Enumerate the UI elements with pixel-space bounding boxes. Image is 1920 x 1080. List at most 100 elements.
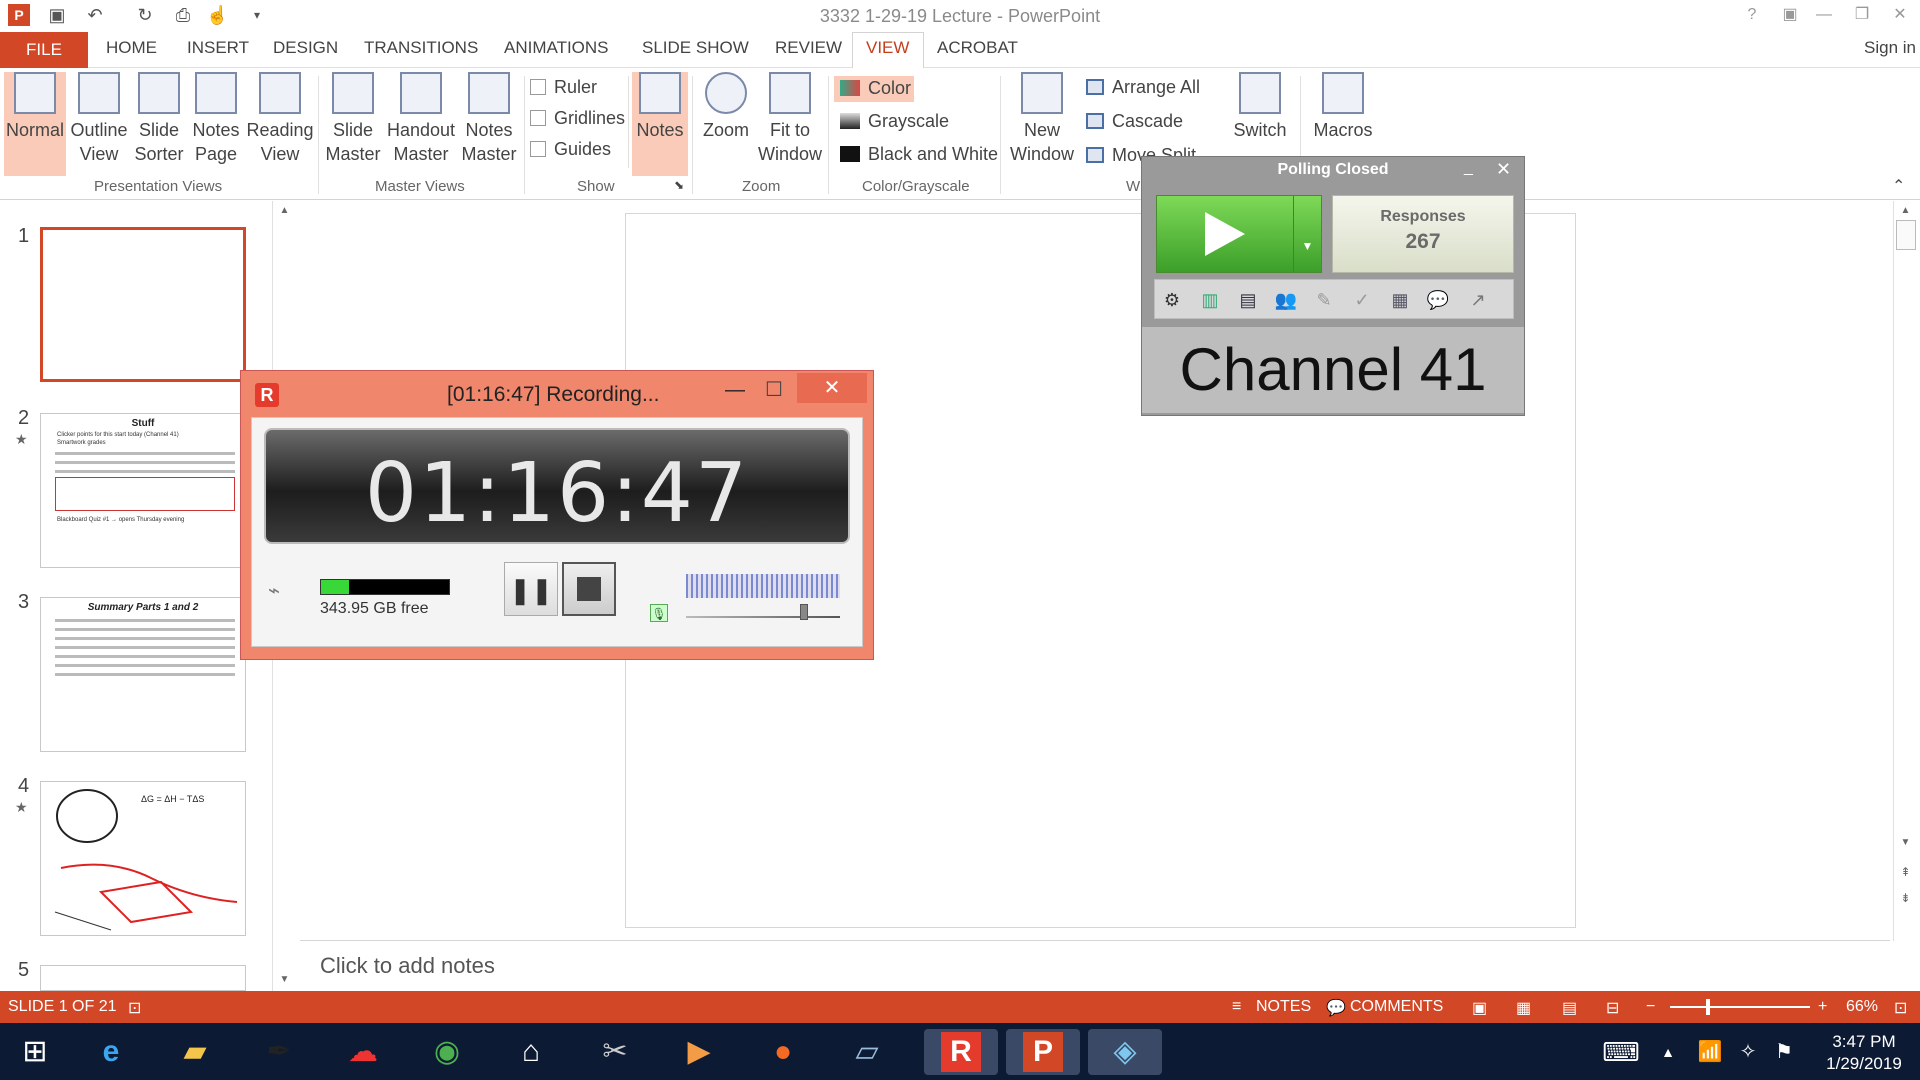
volume-slider[interactable] [686, 604, 840, 620]
notes-toggle-icon[interactable]: ≡ [1232, 998, 1241, 1016]
slide-thumbnail-1[interactable] [40, 227, 246, 382]
macros-button[interactable]: Macros [1306, 72, 1380, 142]
tab-animations[interactable]: ANIMATIONS [504, 38, 609, 58]
new-window-button[interactable]: New Window [1006, 72, 1078, 166]
scroll-down-arrow-icon[interactable]: ▼ [1894, 837, 1917, 848]
slide-indicator[interactable]: SLIDE 1 OF 21 [8, 998, 117, 1016]
zoom-slider[interactable] [1670, 999, 1810, 1015]
polling-close-icon[interactable]: ✕ [1496, 159, 1511, 180]
zoom-level[interactable]: 66% [1846, 998, 1878, 1016]
slide-sorter-button[interactable]: Slide Sorter [130, 72, 188, 166]
sign-in-link[interactable]: Sign in [1864, 38, 1916, 58]
stylus-app-icon[interactable]: ✒ [254, 1029, 304, 1075]
polling-minimize-icon[interactable]: _ [1464, 159, 1473, 177]
reading-view-button[interactable]: Reading View [244, 72, 316, 166]
notes-page-button[interactable]: Notes Page [188, 72, 244, 166]
windows-start-icon[interactable]: ⊞ [10, 1029, 60, 1075]
microphone-icon[interactable]: 🎙 [650, 604, 668, 622]
normal-view-button[interactable]: Normal [4, 72, 66, 176]
normal-view-status-icon[interactable]: ▣ [1472, 998, 1487, 1018]
zoom-slider-thumb[interactable] [1706, 999, 1710, 1015]
tab-insert[interactable]: INSERT [187, 38, 249, 58]
recorder-minimize-icon[interactable]: — [725, 379, 745, 402]
previous-slide-icon[interactable]: ⇞ [1894, 865, 1917, 879]
comment-bubble-icon[interactable]: 💬 [1425, 288, 1451, 312]
correct-answer-icon[interactable]: ✓ [1349, 288, 1375, 312]
scroll-thumb[interactable] [1895, 220, 1916, 250]
show-hidden-icons[interactable]: ▲ [1648, 1029, 1688, 1075]
notes-pane[interactable]: Click to add notes [300, 940, 1890, 992]
recorder-maximize-icon[interactable]: ☐ [765, 377, 783, 402]
comments-toggle-label[interactable]: COMMENTS [1350, 998, 1443, 1016]
internet-explorer-icon[interactable]: e [86, 1029, 136, 1075]
file-explorer-icon[interactable]: ▰ [170, 1029, 220, 1075]
slide-sorter-status-icon[interactable]: ▦ [1516, 998, 1531, 1018]
black-and-white-button[interactable]: Black and White [840, 144, 998, 165]
scroll-up-arrow-icon[interactable]: ▲ [1894, 205, 1917, 216]
tab-transitions[interactable]: TRANSITIONS [364, 38, 478, 58]
recorder-close-icon[interactable]: ✕ [797, 373, 867, 403]
switch-windows-button[interactable]: Switch [1224, 72, 1296, 142]
zoom-button[interactable]: Zoom [696, 72, 756, 142]
webcam-icon[interactable]: ⌁ [268, 578, 280, 603]
slide-thumbnail-5[interactable] [40, 965, 246, 991]
cloud-app-icon[interactable]: ☁ [338, 1029, 388, 1075]
collapse-ribbon-icon[interactable]: ⌃ [1892, 176, 1905, 196]
stop-button[interactable] [562, 562, 616, 616]
zoom-in-icon[interactable]: + [1818, 998, 1827, 1016]
tab-slide-show[interactable]: SLIDE SHOW [642, 38, 749, 58]
bar-chart-icon[interactable]: ▥ [1197, 288, 1223, 312]
pause-button[interactable]: ❚❚ [504, 562, 558, 616]
tab-review[interactable]: REVIEW [775, 38, 842, 58]
dropbox-icon[interactable]: ✧ [1728, 1029, 1768, 1075]
export-icon[interactable]: ↗ [1465, 288, 1491, 312]
settings-gear-icon[interactable]: ⚙ [1159, 288, 1185, 312]
grayscale-button[interactable]: Grayscale [840, 111, 949, 132]
slide-master-button[interactable]: Slide Master [322, 72, 384, 166]
grade-icon[interactable]: ✎ [1311, 288, 1337, 312]
play-dropdown-icon[interactable]: ▼ [1293, 196, 1321, 272]
arrange-all-button[interactable]: Arrange All [1086, 77, 1200, 98]
color-button[interactable]: Color [834, 76, 914, 102]
cascade-button[interactable]: Cascade [1086, 111, 1183, 132]
snipping-tool-icon[interactable]: ✂ [590, 1029, 640, 1075]
close-icon[interactable]: ✕ [1886, 4, 1914, 26]
restore-icon[interactable]: ❐ [1848, 4, 1876, 26]
next-slide-icon[interactable]: ⇟ [1894, 891, 1917, 905]
guides-checkbox[interactable]: Guides [530, 139, 611, 160]
tab-home[interactable]: HOME [106, 38, 157, 58]
comments-icon[interactable]: 💬 [1326, 998, 1346, 1018]
notes-toggle-label[interactable]: NOTES [1256, 998, 1311, 1016]
touch-keyboard-icon[interactable]: ⌨ [1596, 1029, 1646, 1075]
volume-slider-thumb[interactable] [800, 604, 808, 620]
outline-view-button[interactable]: Outline View [68, 72, 130, 166]
slide-thumbnail-3[interactable]: Summary Parts 1 and 2 [40, 597, 246, 752]
notes-app-icon[interactable]: ▱ [842, 1029, 892, 1075]
ribbon-display-options-icon[interactable]: ▣ [1776, 4, 1804, 26]
zoom-out-icon[interactable]: − [1646, 998, 1655, 1016]
tab-design[interactable]: DESIGN [273, 38, 338, 58]
reading-view-status-icon[interactable]: ▤ [1562, 998, 1577, 1018]
participants-icon[interactable]: 👥 [1273, 288, 1299, 312]
slide-thumbnail-4[interactable]: ΔG = ΔH − TΔS [40, 781, 246, 936]
tab-acrobat[interactable]: ACROBAT [937, 38, 1018, 58]
notes-master-button[interactable]: Notes Master [458, 72, 520, 166]
presentation-screen-icon[interactable]: ▤ [1235, 288, 1261, 312]
help-icon[interactable]: ? [1738, 4, 1766, 26]
screenshot-icon[interactable]: ▦ [1387, 288, 1413, 312]
fit-slide-icon[interactable]: ⊡ [1894, 998, 1907, 1018]
minimize-icon[interactable]: — [1810, 4, 1838, 26]
spell-check-icon[interactable]: ⊡ [128, 998, 141, 1018]
chrome-icon[interactable]: ◉ [422, 1029, 472, 1075]
handout-master-button[interactable]: Handout Master [384, 72, 458, 166]
notes-button[interactable]: Notes [632, 72, 688, 176]
slideshow-status-icon[interactable]: ⊟ [1606, 998, 1619, 1018]
home-icon[interactable]: ⌂ [506, 1029, 556, 1075]
network-icon[interactable]: 📶 [1690, 1029, 1730, 1075]
fit-to-window-button[interactable]: Fit to Window [756, 72, 824, 166]
tab-view[interactable]: VIEW [866, 38, 909, 58]
start-polling-button[interactable]: ▼ [1156, 195, 1322, 273]
scroll-up-arrow-icon[interactable]: ▲ [273, 205, 296, 216]
recorder-app-icon[interactable]: R [924, 1029, 998, 1075]
powerpoint-app-icon[interactable]: P [1006, 1029, 1080, 1075]
